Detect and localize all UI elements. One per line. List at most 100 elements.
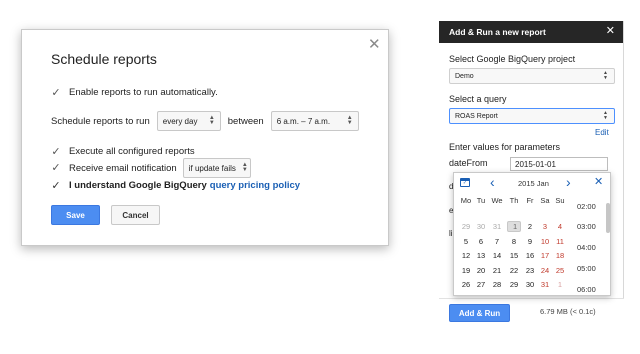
sort-arrows-icon: ▲ ▼ — [241, 162, 248, 173]
weekday-label: Tu — [476, 196, 486, 205]
calendar-day[interactable]: 11 — [553, 236, 567, 247]
params-label: Enter values for parameters — [449, 142, 561, 152]
weekday-label: Th — [509, 196, 519, 205]
between-label: between — [227, 115, 264, 127]
time-option[interactable]: 03:00 — [577, 222, 596, 231]
time-range-value: 6 a.m. – 7 a.m. — [276, 116, 331, 126]
calendar-day[interactable]: 24 — [538, 265, 552, 276]
calendar-day[interactable]: 14 — [490, 250, 504, 261]
panel-title: Add & Run a new report — [449, 27, 546, 37]
query-select[interactable]: ROAS Report ▲ ▼ — [449, 108, 615, 124]
weekday-label: Fr — [526, 196, 534, 205]
weekday-label: Sa — [540, 196, 550, 205]
calendar-day[interactable]: 31 — [538, 279, 552, 290]
calendar-day[interactable]: 6 — [474, 236, 488, 247]
time-option[interactable]: 02:00 — [577, 202, 596, 211]
calendar-day[interactable]: 25 — [553, 265, 567, 276]
calendar-day[interactable]: 30 — [474, 221, 488, 232]
calendar-day[interactable]: 16 — [523, 250, 537, 261]
frequency-select[interactable]: every day ▲ ▼ — [156, 111, 221, 131]
chevron-right-icon[interactable]: › — [566, 175, 571, 189]
calendar-day[interactable]: 22 — [507, 265, 521, 276]
email-condition-value: if update fails — [188, 163, 236, 173]
calendar-day[interactable]: 19 — [459, 265, 473, 276]
time-option[interactable]: 05:00 — [577, 264, 596, 273]
calendar-day[interactable]: 27 — [474, 279, 488, 290]
email-label: Receive email notification — [69, 162, 177, 174]
calendar-day[interactable]: 17 — [538, 250, 552, 261]
calendar-day[interactable]: 3 — [538, 221, 552, 232]
calendar-day[interactable]: 4 — [553, 221, 567, 232]
calendar-day[interactable]: 12 — [459, 250, 473, 261]
calendar-day[interactable]: 18 — [553, 250, 567, 261]
project-select[interactable]: Demo ▲ ▼ — [449, 68, 615, 84]
email-condition-select[interactable]: if update fails ▲ ▼ — [182, 158, 251, 178]
sort-arrows-icon: ▲ ▼ — [603, 70, 608, 81]
calendar-day[interactable]: 20 — [474, 265, 488, 276]
sort-arrows-icon: ▲ ▼ — [208, 115, 215, 126]
calendar-day[interactable]: 29 — [459, 221, 473, 232]
understand-label: I understand Google BigQuery — [69, 180, 207, 191]
calendar-day[interactable]: 15 — [507, 250, 521, 261]
calendar-day[interactable]: 30 — [523, 279, 537, 290]
calendar-day[interactable]: 8 — [507, 236, 521, 247]
calendar-icon: ✓ — [460, 178, 470, 187]
calendar-day[interactable]: 1 — [507, 221, 521, 232]
close-icon[interactable]: ✕ — [594, 177, 603, 188]
calendar-day[interactable]: 13 — [474, 250, 488, 261]
add-run-button[interactable]: Add & Run — [449, 304, 510, 322]
enable-row[interactable]: ✓ Enable reports to run automatically. — [51, 87, 218, 98]
checkmark-icon[interactable]: ✓ — [51, 87, 61, 98]
execute-label: Execute all configured reports — [69, 146, 195, 157]
understand-row[interactable]: ✓ I understand Google BigQuery query pri… — [51, 180, 300, 191]
close-icon[interactable]: ✕ — [368, 37, 381, 52]
sort-arrows-icon: ▲ ▼ — [603, 110, 608, 121]
weekday-label: We — [491, 196, 503, 205]
calendar-day[interactable]: 26 — [459, 279, 473, 290]
checkmark-icon[interactable]: ✓ — [51, 146, 61, 157]
schedule-row: Schedule reports to run every day ▲ ▼ bet… — [51, 111, 359, 131]
time-option[interactable]: 06:00 — [577, 285, 596, 294]
panel-header: Add & Run a new report ✕ — [439, 21, 623, 43]
date-from-input[interactable]: 2015-01-01 — [510, 157, 608, 171]
execute-row[interactable]: ✓ Execute all configured reports — [51, 146, 195, 157]
project-value: Demo — [455, 72, 474, 80]
time-scrollbar[interactable] — [606, 203, 610, 233]
calendar-day[interactable]: 7 — [490, 236, 504, 247]
time-range-select[interactable]: 6 a.m. – 7 a.m. ▲ ▼ — [270, 111, 359, 131]
chevron-left-icon[interactable]: ‹ — [490, 175, 495, 189]
date-from-label: dateFrom — [449, 158, 488, 168]
query-label: Select a query — [449, 94, 507, 104]
close-icon[interactable]: ✕ — [606, 26, 615, 37]
calendar-day[interactable]: 2 — [523, 221, 537, 232]
calendar-day[interactable]: 5 — [459, 236, 473, 247]
frequency-value: every day — [162, 116, 198, 126]
calendar-day[interactable]: 28 — [490, 279, 504, 290]
calendar-day[interactable]: 21 — [490, 265, 504, 276]
checkmark-icon[interactable]: ✓ — [51, 180, 61, 191]
calendar-day[interactable]: 9 — [523, 236, 537, 247]
enable-label: Enable reports to run automatically. — [69, 87, 218, 98]
date-picker-header: ✓ ‹ 2015 Jan › ✕ — [454, 173, 612, 193]
schedule-dialog: ✕ Schedule reports ✓ Enable reports to r… — [21, 29, 389, 246]
edit-query-link[interactable]: Edit — [595, 128, 609, 137]
dialog-title: Schedule reports — [51, 51, 157, 67]
pricing-policy-link[interactable]: query pricing policy — [210, 180, 300, 191]
weekday-label: Mo — [460, 196, 472, 205]
sort-arrows-icon: ▲ ▼ — [346, 115, 353, 126]
date-picker: ✓ ‹ 2015 Jan › ✕ Mo Tu We Th Fr Sa Su 29 30 31 1 2… — [453, 172, 611, 296]
month-label: 2015 Jan — [518, 179, 549, 188]
calendar-day[interactable]: 1 — [553, 279, 567, 290]
calendar-day[interactable]: 10 — [538, 236, 552, 247]
calendar-day[interactable]: 31 — [490, 221, 504, 232]
project-label: Select Google BigQuery project — [449, 54, 576, 64]
schedule-label: Schedule reports to run — [51, 115, 150, 127]
weekday-label: Su — [555, 196, 565, 205]
checkmark-icon[interactable]: ✓ — [51, 163, 61, 174]
calendar-day[interactable]: 23 — [523, 265, 537, 276]
save-button[interactable]: Save — [51, 205, 100, 225]
calendar-day[interactable]: 29 — [507, 279, 521, 290]
cancel-button[interactable]: Cancel — [111, 205, 160, 225]
query-value: ROAS Report — [455, 112, 498, 120]
time-option[interactable]: 04:00 — [577, 243, 596, 252]
